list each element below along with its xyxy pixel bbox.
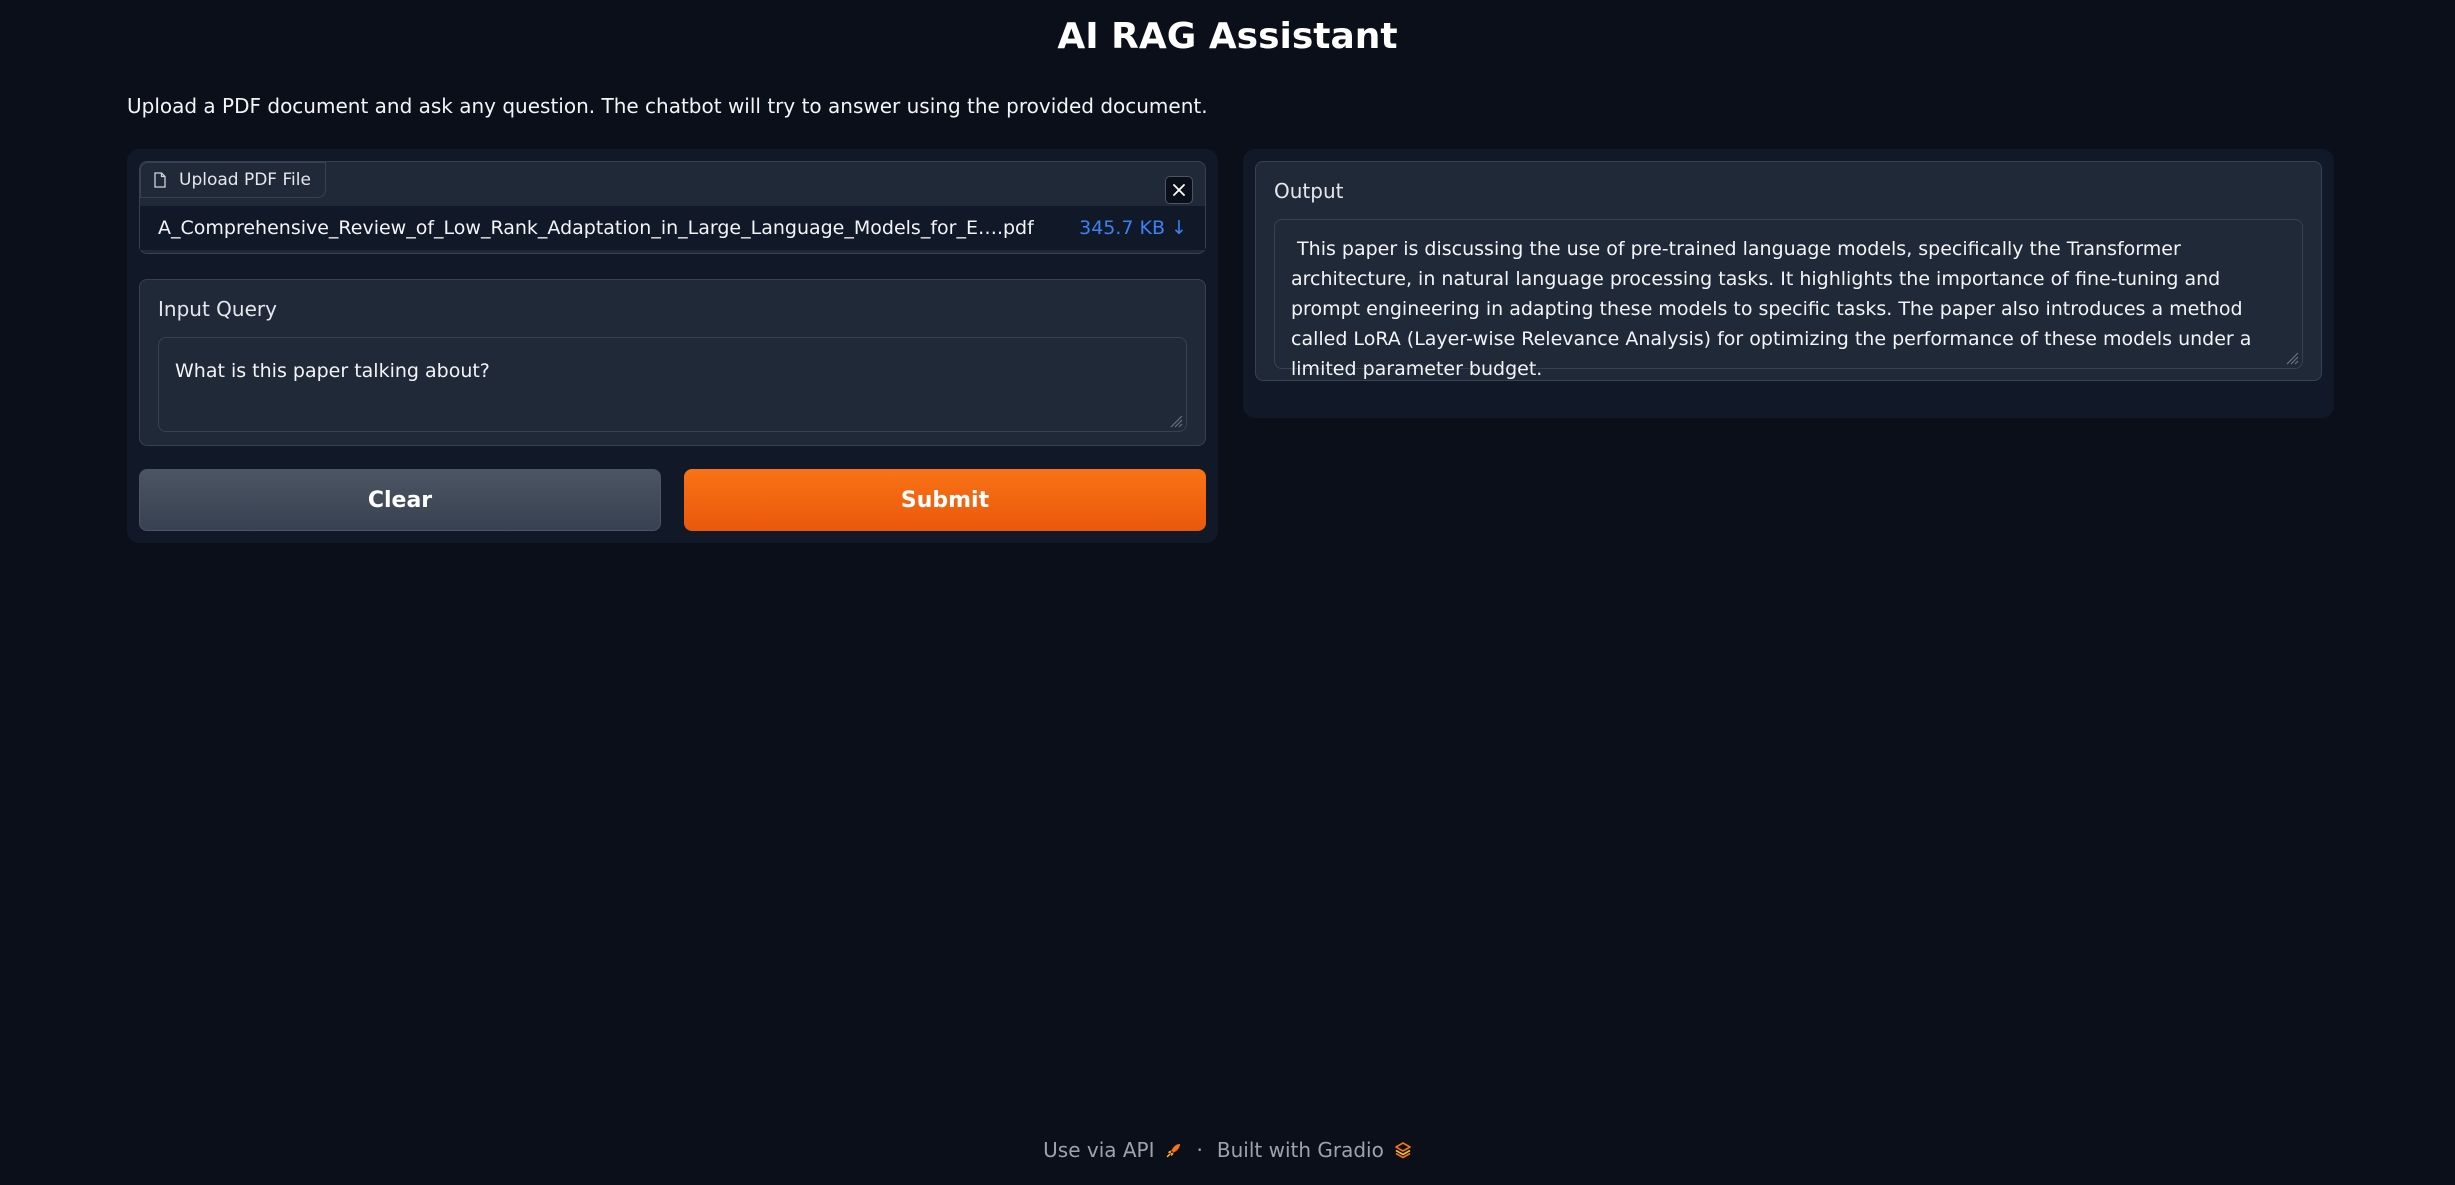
- file-upload-label-text: Upload PDF File: [179, 170, 311, 190]
- uploaded-file-name: A_Comprehensive_Review_of_Low_Rank_Adapt…: [158, 217, 1034, 239]
- output-block: Output This paper is discussing the use …: [1255, 161, 2322, 381]
- file-icon: [154, 172, 166, 188]
- clear-button[interactable]: Clear: [139, 469, 661, 531]
- remove-file-button[interactable]: [1165, 176, 1193, 204]
- file-download-link[interactable]: 345.7 KB ↓: [1079, 217, 1187, 239]
- footer-separator: ·: [1196, 1138, 1203, 1162]
- output-label: Output: [1274, 179, 1344, 203]
- file-upload-label: Upload PDF File: [140, 162, 326, 198]
- resize-handle-icon[interactable]: [2282, 348, 2300, 366]
- query-input[interactable]: What is this paper talking about?: [158, 337, 1187, 432]
- input-panel: Upload PDF File A_Comprehensive_Review_o…: [127, 149, 1218, 543]
- file-upload-block[interactable]: Upload PDF File A_Comprehensive_Review_o…: [139, 161, 1206, 254]
- output-text-value: This paper is discussing the use of pre-…: [1291, 238, 2258, 380]
- page-description: Upload a PDF document and ask any questi…: [127, 94, 1208, 118]
- output-textbox[interactable]: This paper is discussing the use of pre-…: [1274, 219, 2303, 380]
- submit-button[interactable]: Submit: [684, 469, 1206, 531]
- output-panel: Output This paper is discussing the use …: [1243, 149, 2334, 418]
- rocket-icon: [1166, 1144, 1180, 1158]
- query-label: Input Query: [158, 297, 277, 321]
- app-root: AI RAG Assistant Upload a PDF document a…: [0, 0, 2455, 1185]
- resize-handle-icon[interactable]: [1166, 411, 1184, 429]
- close-icon: [1173, 184, 1185, 196]
- page-title: AI RAG Assistant: [1057, 16, 1398, 57]
- use-via-api-label: Use via API: [1043, 1138, 1155, 1162]
- query-input-value: What is this paper talking about?: [175, 360, 490, 382]
- gradio-logo-icon: [1395, 1142, 1411, 1159]
- footer: Use via API · Built with Gradio: [0, 1138, 2455, 1162]
- uploaded-file-row: A_Comprehensive_Review_of_Low_Rank_Adapt…: [140, 206, 1205, 250]
- built-with-gradio-label: Built with Gradio: [1216, 1138, 1384, 1162]
- query-block: Input Query What is this paper talking a…: [139, 279, 1206, 446]
- use-via-api-link[interactable]: Use via API: [1043, 1138, 1182, 1162]
- built-with-gradio-link[interactable]: Built with Gradio: [1217, 1138, 1412, 1162]
